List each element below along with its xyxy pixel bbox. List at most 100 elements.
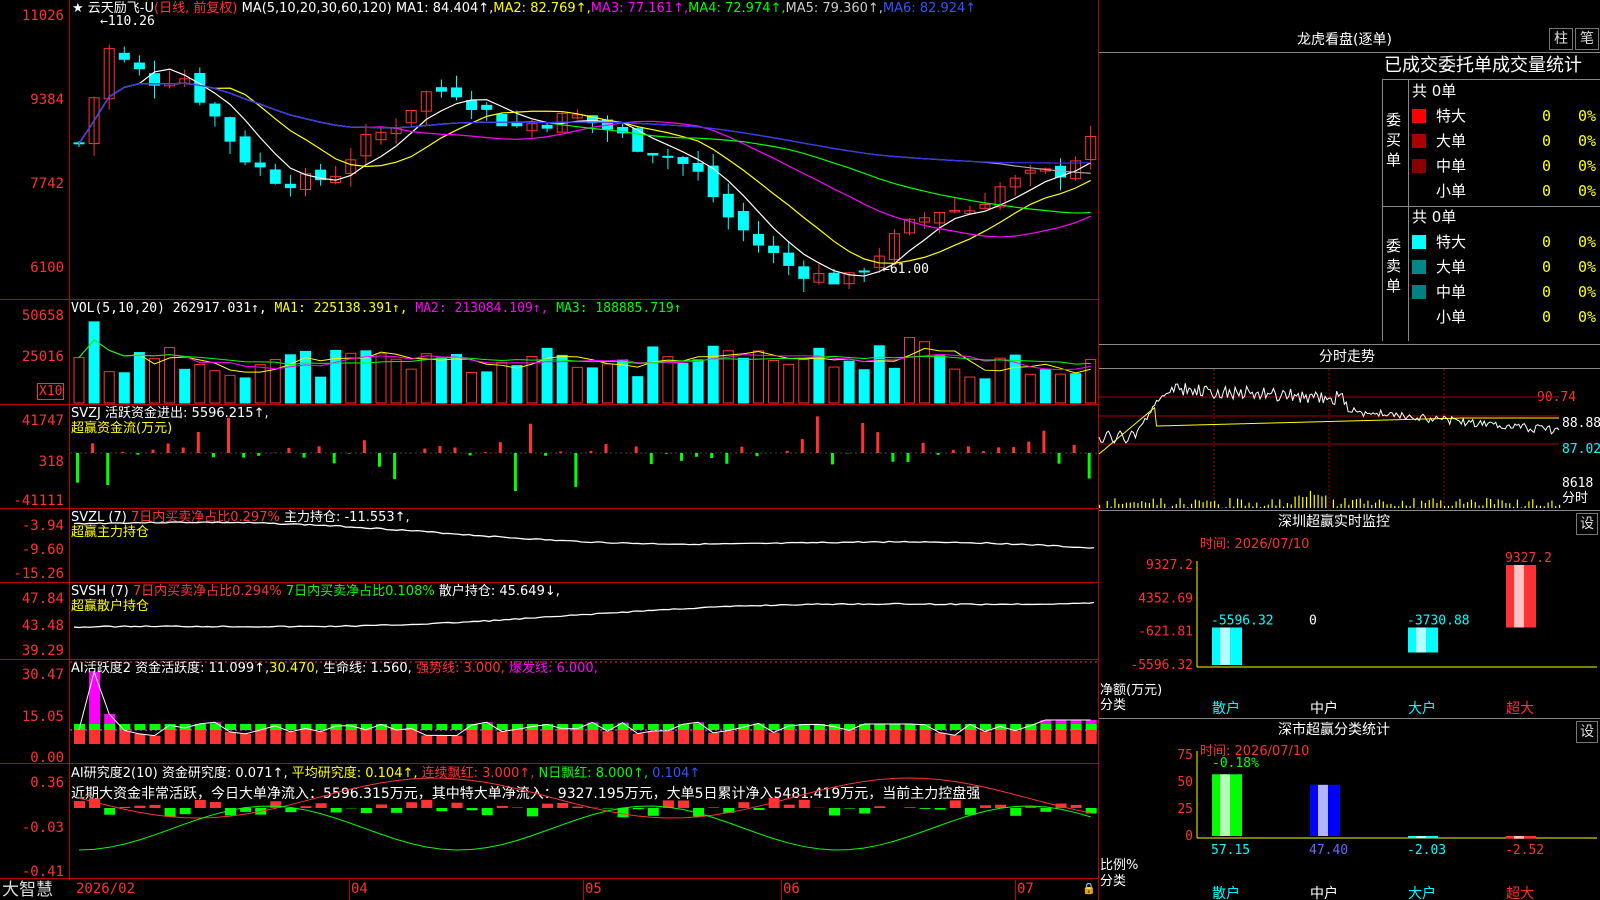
activity-bar (209, 730, 221, 744)
intraday-volume-bar (1348, 504, 1350, 508)
intraday-volume-bar (1152, 498, 1154, 508)
intraday-volume-bar (1179, 498, 1181, 508)
buy-row-name: 大单 (1436, 132, 1467, 150)
research-bar (194, 800, 206, 808)
intraday-volume-bar (1286, 502, 1289, 508)
buy-row-name: 小单 (1436, 182, 1467, 200)
holding-line (73, 521, 1095, 549)
intraday-volume-bar (1183, 503, 1185, 508)
fund-flow-bar (876, 432, 880, 453)
sz-settings-button[interactable]: 设 (1576, 513, 1598, 535)
intraday-chart[interactable] (1098, 369, 1561, 508)
fund-flow-bar (951, 449, 955, 453)
research-bar (391, 808, 403, 813)
activity-bar (406, 730, 418, 744)
bar-highlight (1220, 774, 1230, 836)
ma10-line (78, 82, 1091, 264)
intraday-volume-bar (1547, 502, 1549, 508)
tick-view-button[interactable]: 笔 (1575, 28, 1599, 50)
intraday-volume-bar (1398, 506, 1400, 508)
candlestick-chart[interactable] (70, 0, 1098, 298)
fund-flow-bar (453, 447, 457, 453)
intraday-volume-bar (1539, 505, 1542, 508)
sell-orders-label: 委卖单 (1386, 237, 1402, 295)
ss-settings-button[interactable]: 设 (1576, 721, 1598, 743)
research-bar (708, 807, 720, 808)
bar-highlight (1220, 627, 1230, 665)
fund-flow-bar (513, 453, 517, 491)
intraday-volume-bar (1210, 501, 1212, 508)
activity-bar (798, 730, 810, 744)
fund-flow-bar (317, 446, 321, 453)
svzl-axis-label: -3.94 (21, 518, 64, 534)
fund-flow-bar (76, 453, 79, 483)
ai-research-chart[interactable] (70, 764, 1098, 877)
intraday-volume-bar (1225, 507, 1227, 508)
fund-flow-bar (544, 453, 548, 456)
volume-bar (979, 378, 991, 404)
activity-bar (330, 730, 342, 744)
intraday-volume-bar (1252, 506, 1254, 508)
research-bar (798, 799, 810, 808)
volume-bar (1070, 373, 1082, 404)
fund-flow-bar (966, 446, 970, 453)
sz-monitor-chart[interactable]: 9327.2 4352.69 -621.81 -5596.32 -5596.32 散户 0 中… (1099, 551, 1600, 717)
volume-chart[interactable] (70, 300, 1098, 404)
activity-bar (376, 730, 387, 744)
activity-mid-bar (1055, 724, 1067, 730)
candle-body (284, 183, 296, 189)
intraday-volume-bar (1129, 502, 1131, 508)
candle-body (858, 270, 870, 273)
activity-bar (678, 730, 689, 744)
intraday-volume-bar (1516, 499, 1519, 508)
volume-bar (360, 350, 372, 404)
activity-mid-bar (889, 724, 901, 730)
research-bar (360, 808, 372, 813)
fund-flow-bar (106, 453, 110, 485)
activity-mid-bar (315, 724, 327, 730)
fund-flow-bar (347, 453, 351, 454)
svsh-chart[interactable] (70, 583, 1098, 658)
fund-flow-bar (982, 451, 985, 453)
ss-stats-title: 深市超赢分类统计 (1278, 722, 1390, 738)
fund-flow-bar (664, 453, 668, 454)
category-name: 大户 (1408, 885, 1436, 900)
bar-view-button[interactable]: 柱 (1549, 28, 1573, 50)
activity-bar (285, 731, 297, 744)
activity-bar (995, 730, 1007, 744)
intraday-volume-bar (1432, 498, 1434, 508)
ai-activity-chart[interactable] (70, 660, 1098, 762)
svzj-chart[interactable] (70, 405, 1098, 507)
volume-bar (284, 354, 296, 404)
research-bar (119, 806, 131, 808)
research-bar (406, 802, 418, 808)
volume-bar (828, 366, 840, 404)
svzl-chart[interactable] (70, 509, 1098, 581)
research-bar (451, 802, 463, 808)
ai-research-axis-label: -0.41 (21, 864, 64, 880)
intraday-volume-bar (1501, 500, 1503, 508)
activity-bar (481, 730, 493, 744)
candle-body (722, 193, 734, 218)
research-bar (874, 806, 886, 808)
intraday-volume-bar (1413, 498, 1415, 508)
sell-row-value: 0 (1542, 283, 1552, 301)
date-axis-label: 04 (351, 881, 368, 897)
activity-bar (1010, 730, 1022, 744)
intraday-volume-bar (1229, 498, 1231, 508)
intraday-volume-bar (1332, 499, 1335, 508)
intraday-volume-bar (1520, 507, 1522, 508)
fund-flow-bar (997, 447, 1001, 453)
intraday-volume-bar (1256, 502, 1258, 508)
lock-icon[interactable]: 🔒 (1082, 881, 1096, 896)
candle-body (692, 162, 704, 172)
activity-bar (436, 735, 448, 744)
ss-stats-chart[interactable]: 75 50 25 0 57.15 散户 47.40 中户 -2.03 大户 -2.52 超大 -0.18… (1099, 748, 1600, 900)
candle-body (466, 100, 478, 110)
activity-bar (149, 735, 161, 744)
activity-bar (708, 732, 720, 744)
fund-flow-bar (151, 449, 155, 453)
sell-row-name: 小单 (1436, 308, 1467, 326)
intraday-volume-bar (1447, 505, 1450, 508)
intraday-volume-bar (1536, 505, 1538, 508)
